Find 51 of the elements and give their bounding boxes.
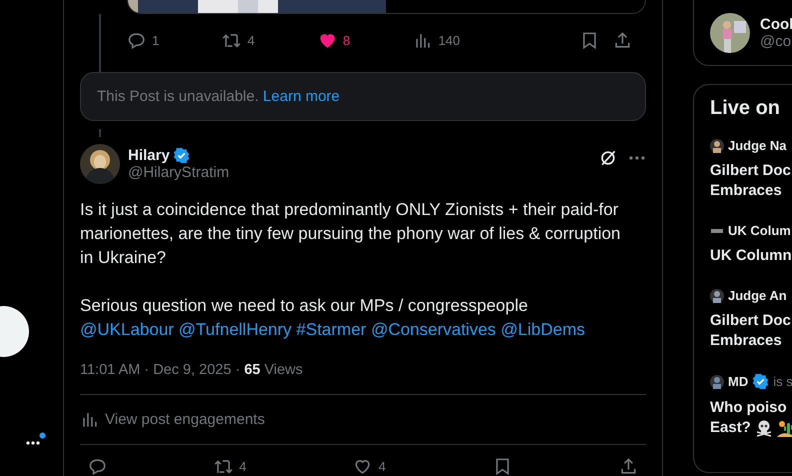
bar-chart-icon[interactable]	[80, 410, 99, 430]
share-icon[interactable]	[613, 30, 632, 50]
action-count: 4	[247, 32, 255, 48]
action-count: 4	[378, 459, 386, 474]
views-label: Views	[264, 362, 303, 378]
action-count: 140	[438, 32, 460, 48]
action-count: 1	[152, 32, 160, 48]
action-count: 4	[239, 459, 246, 474]
live-headline[interactable]: Gilbert Doc	[710, 311, 791, 331]
view-count: 65	[244, 362, 260, 378]
live-headline[interactable]: Who poiso	[710, 398, 787, 418]
desert-icon	[776, 419, 792, 437]
view-engagements-link[interactable]: View post engagements	[105, 411, 265, 428]
skull-icon	[754, 419, 773, 437]
host-name[interactable]: UK Colum	[728, 223, 791, 238]
live-headline[interactable]: Gilbert Doc	[710, 161, 791, 181]
share-icon[interactable]	[618, 457, 638, 476]
user-name[interactable]: Hilary	[128, 147, 170, 164]
host-name[interactable]: Judge An	[728, 288, 787, 303]
learn-more-link[interactable]: Learn more	[262, 88, 340, 106]
mention-link[interactable]: @UKLabour	[80, 320, 174, 340]
live-headline[interactable]: Embraces	[710, 181, 782, 201]
post-timestamp[interactable]: 11:01 AM · Dec 9, 2025	[80, 362, 232, 378]
heart-icon[interactable]	[353, 457, 372, 476]
reply-icon[interactable]	[127, 30, 146, 50]
avatar[interactable]	[710, 12, 750, 52]
host-name[interactable]: Judge Na	[728, 138, 787, 153]
host-status: is s	[773, 374, 792, 389]
mention-link[interactable]: #Starmer	[296, 320, 366, 340]
live-headline[interactable]: UK Column	[710, 246, 792, 266]
unavailable-notice: This Post is unavailable. Learn more	[80, 72, 646, 122]
post-text: Serious question we need to ask our MPs / congresspeople @UKLabour @TufnellHenry #Starmer @Conservatives @LibDems	[80, 295, 586, 342]
live-headline[interactable]: East?	[710, 418, 751, 438]
mention-link[interactable]: @TufnellHenry	[178, 320, 292, 340]
account-handle[interactable]: @co	[760, 32, 792, 50]
avatar-icon	[710, 374, 724, 388]
host-name[interactable]: MD	[728, 374, 748, 389]
repost-icon[interactable]	[214, 457, 234, 476]
avatar-icon	[710, 288, 724, 302]
mention-link[interactable]: @LibDems	[500, 320, 585, 340]
section-title: Live on	[710, 97, 782, 120]
post-text: Is it just a coincidence that predominantly ONLY Zionists + their paid-for marionettes, are the tiny few pursuing the phony war of lies & corruption in Ukraine?	[80, 199, 622, 270]
action-count: 8	[342, 32, 350, 48]
mention-link[interactable]: @Conservatives	[370, 320, 496, 340]
separator-dot: ·	[235, 362, 240, 378]
avatar[interactable]	[80, 144, 120, 184]
account-name[interactable]: Cool	[760, 16, 792, 32]
avatar-icon	[710, 138, 724, 152]
live-headline[interactable]: Embraces	[710, 331, 782, 351]
reply-icon[interactable]	[88, 457, 107, 476]
user-handle[interactable]: @HilaryStratim	[128, 164, 230, 182]
